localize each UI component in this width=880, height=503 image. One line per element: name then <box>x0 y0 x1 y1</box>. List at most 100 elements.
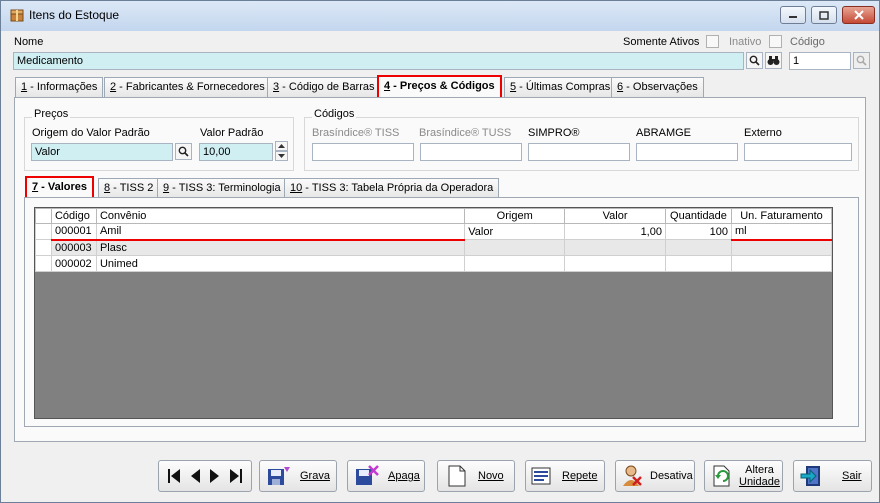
column-header-un-faturamento[interactable]: Un. Faturamento <box>730 208 833 224</box>
grava-text: Grava <box>300 470 330 482</box>
nome-field[interactable]: Medicamento <box>13 52 744 70</box>
tab-valores[interactable]: 7 - Valores <box>25 176 95 198</box>
window-title: Itens do Estoque <box>29 8 120 22</box>
origem-field[interactable]: Valor <box>31 143 173 161</box>
cell-origem[interactable] <box>464 239 566 256</box>
last-record-icon[interactable] <box>229 467 243 485</box>
valor-padrao-field[interactable]: 10,00 <box>199 143 273 161</box>
cell-quantidade[interactable] <box>664 239 732 256</box>
apaga-button[interactable]: Apaga <box>347 460 425 492</box>
tab-ultimas-compras[interactable]: 5 - Últimas Compras <box>504 77 617 97</box>
grava-button[interactable]: Grava <box>259 460 337 492</box>
cell-valor[interactable] <box>564 239 666 256</box>
cell-un-faturamento[interactable] <box>730 255 833 272</box>
table-row[interactable]: 000002 Unimed <box>35 255 833 272</box>
tab-label: - Código de Barras <box>279 81 375 93</box>
cell-origem[interactable] <box>464 255 566 272</box>
tab-label: - Últimas Compras <box>516 81 611 93</box>
tab-label: - Valores <box>38 181 88 193</box>
close-button[interactable] <box>842 6 875 24</box>
codigo-field[interactable]: 1 <box>789 52 851 70</box>
search-icon <box>178 146 189 157</box>
unidade-text: Unidade <box>739 476 780 488</box>
apaga-label: Apaga <box>388 470 420 482</box>
tab-label: - TISS 3: Terminologia <box>169 182 281 194</box>
cell-convenio[interactable]: Plasc <box>95 239 466 256</box>
column-header-codigo[interactable]: Código <box>50 208 97 224</box>
somente-ativos-checkbox[interactable] <box>706 35 719 48</box>
tab-informacoes[interactable]: 1 - Informações <box>15 77 104 97</box>
table-row[interactable]: 000001 Amil Valor 1,00 100 ml <box>35 223 833 241</box>
column-header-origem[interactable]: Origem <box>464 208 566 224</box>
simpro-field[interactable] <box>528 143 630 161</box>
tab-label: - Observações <box>623 81 698 93</box>
inativo-checkbox[interactable] <box>769 35 782 48</box>
minimize-button[interactable] <box>780 6 806 24</box>
cell-convenio[interactable]: Amil <box>95 223 466 241</box>
box-icon <box>10 9 24 22</box>
cell-codigo[interactable]: 000002 <box>50 255 97 272</box>
first-record-icon[interactable] <box>167 467 181 485</box>
altera-text: Altera <box>745 464 774 476</box>
column-header-convenio[interactable]: Convênio <box>95 208 466 224</box>
tab-tiss3-terminologia[interactable]: 9 - TISS 3: Terminologia <box>157 178 287 198</box>
repete-text: Repete <box>562 470 598 482</box>
brasindice-tiss-label: Brasíndice® TISS <box>312 127 400 139</box>
brasindice-tuss-field[interactable] <box>420 143 522 161</box>
valores-table: Código Convênio Origem Valor Quantidade … <box>35 208 833 272</box>
cell-valor[interactable] <box>564 255 666 272</box>
externo-field[interactable] <box>744 143 852 161</box>
tab-label: - Informações <box>27 81 98 93</box>
next-record-icon[interactable] <box>209 467 221 485</box>
cell-codigo[interactable]: 000001 <box>50 223 97 241</box>
search-button[interactable] <box>746 52 763 69</box>
binoculars-button[interactable] <box>765 52 782 69</box>
novo-button[interactable]: Novo <box>437 460 515 492</box>
nome-label: Nome <box>14 36 44 48</box>
cell-un-faturamento[interactable] <box>730 239 833 256</box>
maximize-button[interactable] <box>811 6 837 24</box>
abramge-field[interactable] <box>636 143 738 161</box>
cell-codigo[interactable]: 000003 <box>50 239 97 256</box>
tab-label: - TISS 2 <box>110 182 154 194</box>
tab-fabricantes[interactable]: 2 - Fabricantes & Fornecedores <box>104 77 271 97</box>
externo-label: Externo <box>744 127 782 139</box>
tab-tiss3-tabela-propria[interactable]: 10 - TISS 3: Tabela Própria da Operadora <box>284 178 500 198</box>
cell-un-faturamento[interactable]: ml <box>730 223 833 241</box>
codigos-group-label: Códigos <box>312 108 357 120</box>
brasindice-tiss-field[interactable] <box>312 143 414 161</box>
cell-quantidade[interactable]: 100 <box>664 223 732 240</box>
chevron-up-icon <box>278 144 285 148</box>
precos-group-label: Preços <box>32 108 71 120</box>
sair-button[interactable]: Sair <box>793 460 872 492</box>
change-unit-icon <box>713 465 730 487</box>
altera-unidade-button[interactable]: Altera Unidade <box>704 460 783 492</box>
search-icon <box>856 55 867 66</box>
cell-quantidade[interactable] <box>664 255 732 272</box>
tab-precos-codigos[interactable]: 4 - Preços & Códigos <box>377 75 502 97</box>
spin-down-button[interactable] <box>275 151 288 161</box>
table-row[interactable]: 000003 Plasc <box>35 239 833 256</box>
codigo-search-button[interactable] <box>853 52 870 69</box>
tab-label: - Preços & Códigos <box>390 80 495 92</box>
valores-grid[interactable]: Código Convênio Origem Valor Quantidade … <box>34 207 833 419</box>
cell-origem[interactable]: Valor <box>464 223 566 240</box>
desativa-button[interactable]: Desativa <box>615 460 695 492</box>
simpro-label: SIMPRO® <box>528 127 580 139</box>
tab-tiss2[interactable]: 8 - TISS 2 <box>98 178 160 198</box>
inativo-label: Inativo <box>729 36 762 48</box>
column-header-valor[interactable]: Valor <box>564 208 666 224</box>
apaga-text: Apaga <box>388 470 420 482</box>
cell-valor[interactable]: 1,00 <box>564 223 666 240</box>
origem-search-button[interactable] <box>175 143 192 160</box>
repete-label: Repete <box>562 470 597 482</box>
spin-up-button[interactable] <box>275 141 288 151</box>
tab-observacoes[interactable]: 6 - Observações <box>611 77 704 97</box>
tab-codigo-barras[interactable]: 3 - Código de Barras <box>267 77 381 97</box>
altera-unidade-label: Altera Unidade <box>739 464 780 488</box>
column-header-quantidade[interactable]: Quantidade <box>664 208 732 224</box>
repete-button[interactable]: Repete <box>525 460 605 492</box>
previous-record-icon[interactable] <box>189 467 201 485</box>
row-indicator <box>35 239 52 256</box>
cell-convenio[interactable]: Unimed <box>95 255 466 272</box>
